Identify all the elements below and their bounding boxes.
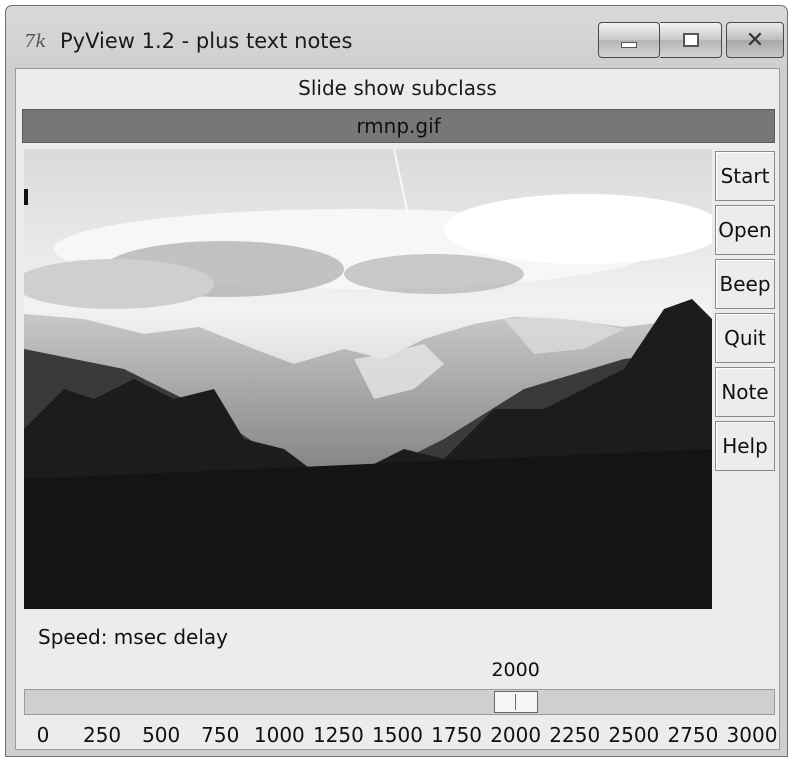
speed-label: Speed: msec delay [38, 625, 228, 649]
tk-feather-icon[interactable]: 7k [24, 32, 54, 52]
scale-tick-label: 2500 [608, 723, 660, 747]
scale-tick-label: 2750 [667, 723, 719, 747]
slide-image [24, 149, 712, 609]
scale-tick-label: 500 [142, 723, 181, 747]
close-icon: ✕ [745, 27, 765, 53]
scale-tick-label: 1750 [431, 723, 483, 747]
maximize-button[interactable] [660, 22, 722, 58]
speed-value: 2000 [491, 659, 540, 681]
scale-tick-label: 2000 [490, 723, 542, 747]
scale-tick-label: 1250 [312, 723, 364, 747]
scale-tick-label: 0 [36, 723, 50, 747]
scale-tick-label: 1000 [253, 723, 305, 747]
beep-button[interactable]: Beep [715, 259, 775, 309]
scale-tick-label: 2250 [549, 723, 601, 747]
window-title: PyView 1.2 - plus text notes [60, 29, 353, 53]
note-button[interactable]: Note [715, 367, 775, 417]
help-button[interactable]: Help [715, 421, 775, 471]
speed-slider-thumb[interactable] [493, 691, 538, 713]
quit-button[interactable]: Quit [715, 313, 775, 363]
mountain-photo [24, 149, 712, 609]
slideshow-header: Slide show subclass [298, 76, 497, 100]
start-button[interactable]: Start [715, 151, 775, 201]
title-bar[interactable]: 7k PyView 1.2 - plus text notes ✕ [6, 6, 787, 70]
scale-tick-label: 250 [82, 723, 122, 747]
minimize-icon [599, 23, 659, 57]
scale-tick-label: 3000 [726, 723, 778, 747]
close-button[interactable]: ✕ [726, 22, 784, 58]
filename-label: rmnp.gif [22, 109, 775, 143]
maximize-icon [660, 23, 721, 57]
app-window: 7k PyView 1.2 - plus text notes ✕ Slide … [5, 5, 788, 757]
open-button[interactable]: Open [715, 205, 775, 255]
client-area: Slide show subclass rmnp.gif Start Open … [15, 68, 780, 750]
minimize-button[interactable] [598, 22, 660, 58]
scale-tick-label: 1500 [372, 723, 423, 747]
speed-slider-trough[interactable] [24, 689, 775, 715]
scale-tick-label: 750 [201, 723, 240, 747]
